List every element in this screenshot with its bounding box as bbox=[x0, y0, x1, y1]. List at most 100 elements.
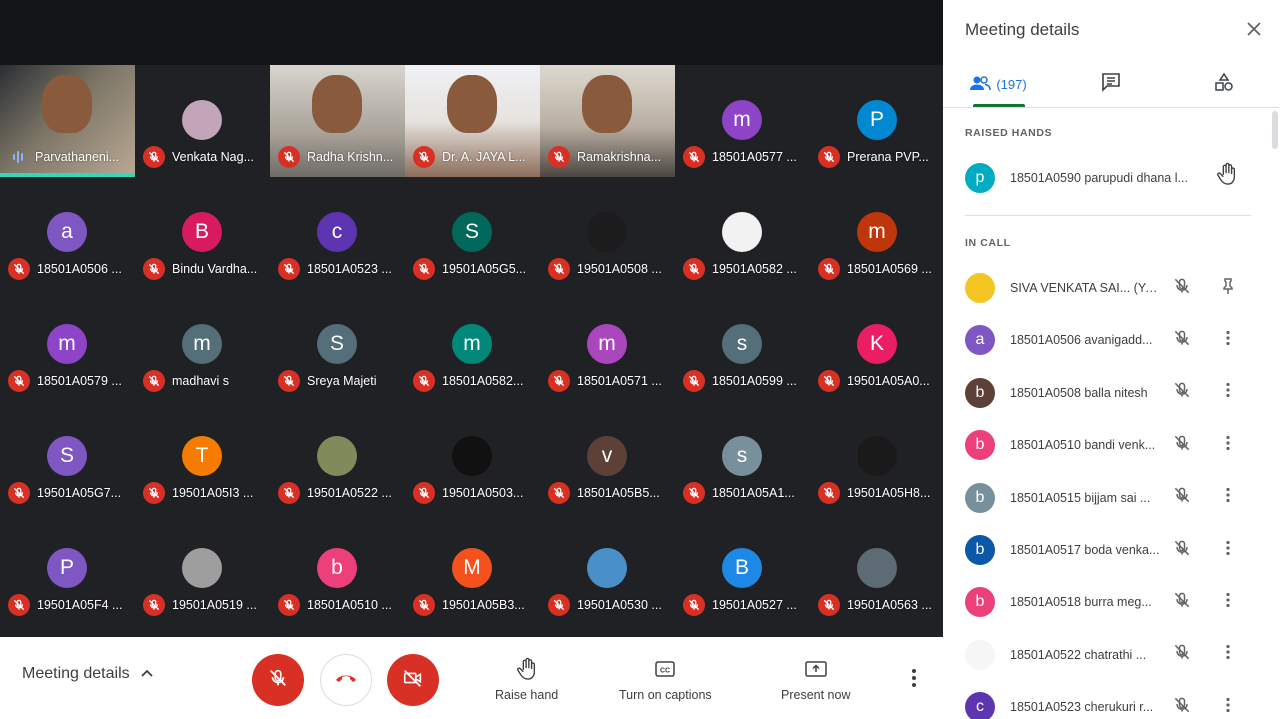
mic-status[interactable] bbox=[1171, 434, 1193, 456]
section-divider bbox=[965, 215, 1251, 216]
participant-options-button[interactable] bbox=[1217, 382, 1239, 404]
participant-tile[interactable]: P Prerana PVP... bbox=[810, 65, 945, 177]
tile-name-row: Radha Krishn... bbox=[278, 146, 393, 168]
participant-tile[interactable]: T 19501A05I3 ... bbox=[135, 401, 270, 513]
participant-tile[interactable]: 19501A0519 ... bbox=[135, 513, 270, 625]
participant-tile[interactable]: a 18501A0506 ... bbox=[0, 177, 135, 289]
avatar-letter: m bbox=[733, 108, 751, 131]
close-panel-button[interactable] bbox=[1243, 20, 1265, 42]
mic-off-icon bbox=[8, 594, 30, 616]
camera-toggle-button[interactable] bbox=[387, 654, 439, 706]
tab-activities[interactable] bbox=[1212, 60, 1236, 108]
participant-tile[interactable]: B 19501A0527 ... bbox=[675, 513, 810, 625]
avatar-letter: P bbox=[869, 108, 884, 131]
participant-tile[interactable]: m madhavi s bbox=[135, 289, 270, 401]
participant-options-button[interactable] bbox=[1217, 696, 1239, 718]
tile-name-row: 19501A05A0... bbox=[818, 370, 930, 392]
panel-scrollbar[interactable] bbox=[1272, 111, 1278, 149]
present-now-button[interactable]: Present now bbox=[781, 657, 850, 702]
participant-row[interactable]: b 18501A0515 bijjam sai ... bbox=[965, 479, 1255, 519]
participant-tile[interactable]: K 19501A05A0... bbox=[810, 289, 945, 401]
participant-tile[interactable]: m 18501A0569 ... bbox=[810, 177, 945, 289]
participant-tile[interactable]: Venkata Nag... bbox=[135, 65, 270, 177]
meeting-details-toggle[interactable]: Meeting details bbox=[22, 665, 154, 683]
participant-tile[interactable]: B Bindu Vardha... bbox=[135, 177, 270, 289]
mic-status[interactable] bbox=[1171, 329, 1193, 351]
participant-row[interactable]: p 18501A0590 parupudi dhana l... bbox=[965, 159, 1255, 199]
participant-tile[interactable]: Dr. A. JAYA L... bbox=[405, 65, 540, 177]
participant-tile[interactable]: S 19501A05G7... bbox=[0, 401, 135, 513]
mic-off-icon bbox=[1172, 433, 1192, 458]
avatar-letter: s bbox=[736, 332, 748, 355]
mute-mic-button[interactable] bbox=[252, 654, 304, 706]
participant-row[interactable]: b 18501A0518 burra meg... bbox=[965, 583, 1255, 623]
participant-row[interactable]: b 18501A0517 boda venka... bbox=[965, 531, 1255, 571]
captions-button[interactable]: CC Turn on captions bbox=[619, 657, 712, 702]
participant-tile[interactable]: m 18501A0571 ... bbox=[540, 289, 675, 401]
participant-tile[interactable]: m 18501A0579 ... bbox=[0, 289, 135, 401]
raise-hand-button[interactable]: Raise hand bbox=[495, 657, 558, 702]
participant-tile[interactable]: 19501A0530 ... bbox=[540, 513, 675, 625]
tab-people[interactable]: (197) bbox=[967, 60, 1029, 108]
participant-tile[interactable]: P 19501A05F4 ... bbox=[0, 513, 135, 625]
raised-hands-heading: RAISED HANDS bbox=[965, 127, 1053, 139]
leave-call-button[interactable] bbox=[320, 654, 372, 706]
participant-row[interactable]: b 18501A0508 balla nitesh bbox=[965, 374, 1255, 414]
participant-name: 18501A0506 ... bbox=[37, 262, 122, 276]
avatar: m bbox=[182, 324, 222, 364]
participant-options-button[interactable] bbox=[1217, 487, 1239, 509]
participant-options-button[interactable] bbox=[1217, 329, 1239, 351]
participant-row[interactable]: 18501A0522 chatrathi ... bbox=[965, 636, 1255, 676]
avatar: P bbox=[47, 548, 87, 588]
participant-tile[interactable]: 19501A0522 ... bbox=[270, 401, 405, 513]
participant-options-button[interactable] bbox=[1217, 434, 1239, 456]
participant-tile[interactable]: v 18501A05B5... bbox=[540, 401, 675, 513]
mic-status[interactable] bbox=[1171, 487, 1193, 509]
tile-name-row: 19501A05B3... bbox=[413, 594, 525, 616]
more-options-button[interactable] bbox=[903, 667, 925, 689]
participant-tile[interactable]: Parvathaneni... bbox=[0, 65, 135, 177]
lower-hand-button[interactable] bbox=[1216, 162, 1238, 187]
participant-tile[interactable]: b 18501A0510 ... bbox=[270, 513, 405, 625]
participant-tile[interactable]: 19501A0582 ... bbox=[675, 177, 810, 289]
mic-status[interactable] bbox=[1171, 539, 1193, 561]
mic-status[interactable] bbox=[1171, 591, 1193, 613]
mic-off-icon bbox=[683, 482, 705, 504]
tab-chat[interactable] bbox=[1099, 60, 1123, 108]
participant-row[interactable]: a 18501A0506 avanigadd... bbox=[965, 321, 1255, 361]
participant-tile[interactable]: M 19501A05B3... bbox=[405, 513, 540, 625]
participant-tile[interactable]: Radha Krishn... bbox=[270, 65, 405, 177]
participant-name: 19501A0508 ... bbox=[577, 262, 662, 276]
participant-tile[interactable]: S Sreya Majeti bbox=[270, 289, 405, 401]
participant-tile[interactable]: 19501A0503... bbox=[405, 401, 540, 513]
participant-tile[interactable]: s 18501A05A1... bbox=[675, 401, 810, 513]
mic-status[interactable] bbox=[1171, 382, 1193, 404]
avatar: S bbox=[452, 212, 492, 252]
participant-tile[interactable]: m 18501A0577 ... bbox=[675, 65, 810, 177]
participant-options-button[interactable] bbox=[1217, 591, 1239, 613]
participant-row[interactable]: c 18501A0523 cherukuri r... bbox=[965, 688, 1255, 719]
participant-row[interactable]: SIVA VENKATA SAI... (You) bbox=[965, 269, 1255, 309]
participant-name: Ramakrishna... bbox=[577, 150, 662, 164]
participant-options-button[interactable] bbox=[1217, 644, 1239, 666]
participant-tile[interactable]: s 18501A0599 ... bbox=[675, 289, 810, 401]
participant-tile[interactable]: 19501A05H8... bbox=[810, 401, 945, 513]
participant-name: 19501A0582 ... bbox=[712, 262, 797, 276]
participant-tile[interactable]: c 18501A0523 ... bbox=[270, 177, 405, 289]
more-vert-icon bbox=[1219, 486, 1237, 509]
participant-tile[interactable]: 19501A0563 ... bbox=[810, 513, 945, 625]
participant-tile[interactable]: S 19501A05G5... bbox=[405, 177, 540, 289]
mic-status[interactable] bbox=[1171, 644, 1193, 666]
participant-tile[interactable]: 19501A0508 ... bbox=[540, 177, 675, 289]
tile-name-row: Sreya Majeti bbox=[278, 370, 376, 392]
people-icon bbox=[969, 75, 992, 94]
participant-row[interactable]: b 18501A0510 bandi venk... bbox=[965, 426, 1255, 466]
raise-hand-label: Raise hand bbox=[495, 688, 559, 702]
participant-tile[interactable]: Ramakrishna... bbox=[540, 65, 675, 177]
pin-button[interactable] bbox=[1217, 277, 1239, 299]
mic-status[interactable] bbox=[1171, 277, 1193, 299]
mic-status[interactable] bbox=[1171, 696, 1193, 718]
participant-tile[interactable]: m 18501A0582... bbox=[405, 289, 540, 401]
participant-options-button[interactable] bbox=[1217, 539, 1239, 561]
participant-grid: Parvathaneni... Venkata Nag... Radha Krish… bbox=[0, 65, 945, 627]
